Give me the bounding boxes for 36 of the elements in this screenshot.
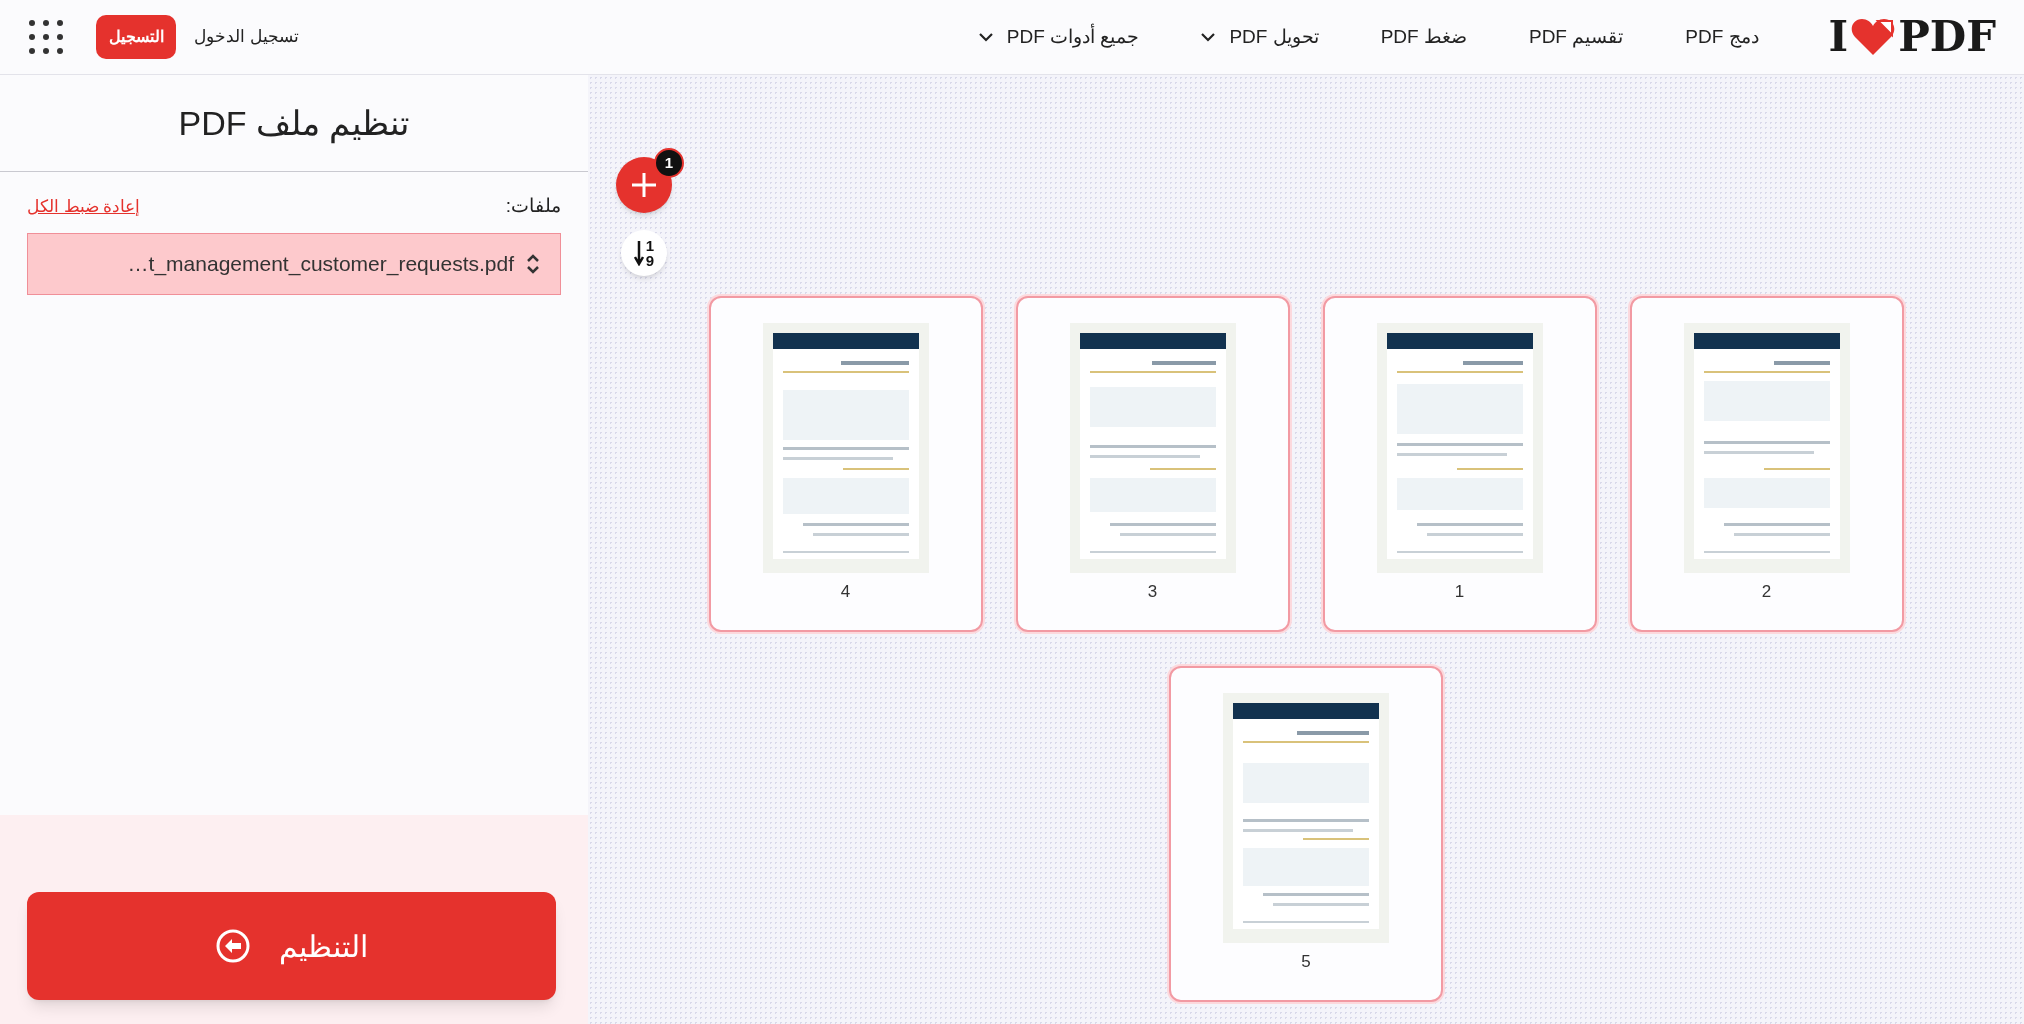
- nav-link[interactable]: تقسيم PDF: [1528, 22, 1624, 52]
- files-label: ملفات:: [505, 194, 561, 218]
- page-card[interactable]: 3: [1015, 296, 1290, 632]
- page-number: 3: [1147, 581, 1158, 604]
- nav-link[interactable]: ضغط PDF: [1380, 22, 1467, 52]
- reset-all-link[interactable]: إعادة ضبط الكل: [27, 193, 141, 219]
- page-number: 5: [1301, 951, 1311, 974]
- signup-button[interactable]: التسجيل: [96, 15, 176, 59]
- nav-link[interactable]: جميع أدوات PDF: [978, 22, 1140, 52]
- logo-text[interactable]: PDF: [1898, 16, 1996, 58]
- login-link[interactable]: تسجيل الدخول: [194, 24, 299, 50]
- apps-menu-icon[interactable]: [28, 19, 64, 55]
- organize-button[interactable]: التنظيم: [27, 892, 556, 1000]
- file-count-badge: 1: [654, 148, 684, 178]
- add-file-button[interactable]: [616, 157, 672, 213]
- page-number: 1: [1454, 581, 1465, 604]
- panel-title: تنظيم ملف PDF: [178, 102, 410, 146]
- page-card[interactable]: 2: [1629, 296, 1904, 632]
- page-number: 4: [840, 581, 851, 604]
- heart-icon: [1850, 17, 1897, 57]
- page-card[interactable]: 5: [1169, 666, 1443, 1002]
- page-card[interactable]: 1: [1322, 296, 1597, 632]
- plus-icon: [631, 172, 657, 198]
- nav-link[interactable]: تحويل PDF: [1201, 22, 1319, 52]
- logo-text[interactable]: I: [1828, 16, 1849, 58]
- down-arrow-icon: [633, 240, 644, 266]
- nav-link[interactable]: دمج PDF: [1685, 22, 1759, 52]
- sort-button[interactable]: 1 9: [621, 230, 667, 276]
- sort-digit: 9: [645, 253, 655, 268]
- sort-arrows-icon: [526, 252, 540, 275]
- file-select[interactable]: …t_management_customer_requests.pdf: [27, 232, 561, 295]
- sort-digit: 1: [645, 238, 655, 253]
- caret-icon: [978, 32, 993, 42]
- page-card[interactable]: 4: [708, 296, 983, 632]
- caret-icon: [1201, 32, 1216, 42]
- page-number: 2: [1761, 581, 1772, 604]
